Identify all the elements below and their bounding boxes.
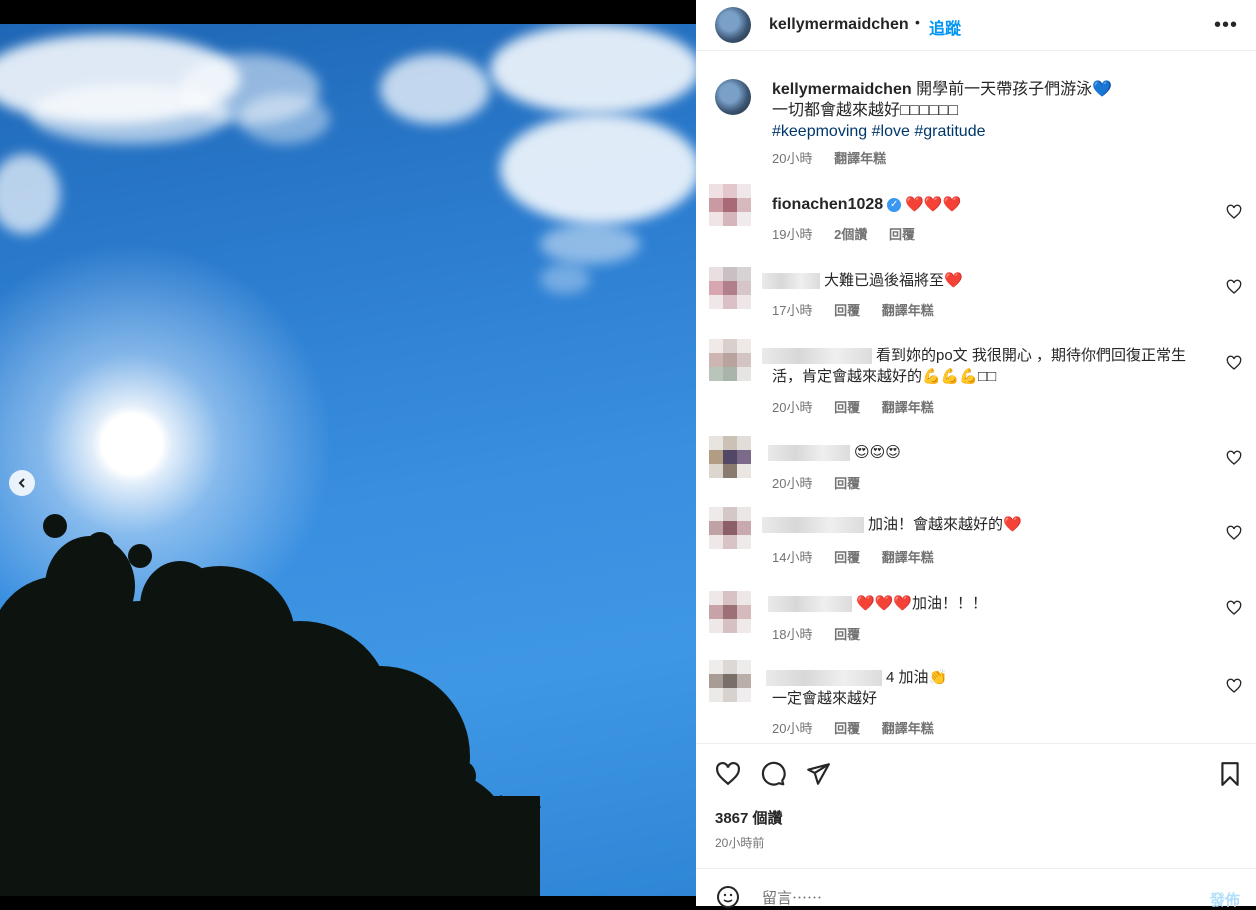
post-photo[interactable] bbox=[0, 24, 696, 896]
comment-time: 19小時 bbox=[772, 227, 813, 242]
comment-text: ❤️❤️❤️加油！！！ bbox=[856, 595, 988, 612]
caption-avatar[interactable] bbox=[715, 79, 751, 115]
avatar[interactable] bbox=[709, 184, 751, 226]
comment-time: 17小時 bbox=[772, 303, 813, 318]
comment-time: 14小時 bbox=[772, 550, 813, 565]
previous-image-button[interactable] bbox=[9, 470, 35, 496]
reply-button[interactable]: 回覆 bbox=[834, 721, 860, 736]
post-comment-button[interactable]: 發佈 bbox=[1210, 889, 1240, 910]
like-count[interactable]: 3867 個讚 bbox=[715, 807, 783, 828]
cloud bbox=[540, 224, 640, 264]
comment-time: 20小時 bbox=[772, 476, 813, 491]
reply-button[interactable]: 回覆 bbox=[834, 476, 860, 491]
reply-button[interactable]: 回覆 bbox=[834, 303, 860, 318]
hashtag-link[interactable]: #love bbox=[872, 123, 910, 140]
translate-link[interactable]: 翻譯年糕 bbox=[882, 721, 934, 736]
reply-button[interactable]: 回覆 bbox=[834, 550, 860, 565]
avatar[interactable] bbox=[709, 267, 751, 309]
comment-item: 4 加油👏 一定會越來越好 20小時 回覆 翻譯年糕 bbox=[696, 660, 1256, 740]
comment-item: ❤️❤️❤️加油！！！ 18小時 回覆 bbox=[696, 591, 1256, 651]
comment-text: 4 加油👏 bbox=[886, 669, 948, 686]
chevron-left-icon bbox=[18, 478, 25, 488]
comment-item: 加油！會越來越好的❤️ 14小時 回覆 翻譯年糕 bbox=[696, 507, 1256, 567]
cloud bbox=[500, 114, 696, 224]
comments-list[interactable]: kellymermaidchen 開學前一天帶孩子們游泳💙 一切都會越來越好□□… bbox=[696, 51, 1256, 743]
reply-button[interactable]: 回覆 bbox=[834, 627, 860, 642]
cloud bbox=[0, 154, 60, 234]
follow-button[interactable]: 追蹤 bbox=[929, 15, 961, 39]
comment-text: 大難已過後福將至❤️ bbox=[824, 272, 963, 289]
translate-link[interactable]: 翻譯年糕 bbox=[882, 400, 934, 415]
comment-composer: 發佈 bbox=[696, 868, 1256, 910]
avatar[interactable] bbox=[709, 591, 751, 633]
like-comment-icon[interactable] bbox=[1226, 600, 1242, 616]
reply-button[interactable]: 回覆 bbox=[889, 227, 915, 242]
caption-line2: 一切都會越來越好□□□□□□ bbox=[772, 102, 958, 119]
comment-item: fionachen1028 ✓ ❤️❤️❤️ 19小時 2個讚 回覆 bbox=[696, 184, 1256, 244]
comment-username[interactable]: fionachen1028 bbox=[772, 196, 883, 213]
emoji-icon[interactable] bbox=[716, 885, 740, 909]
avatar[interactable] bbox=[709, 507, 751, 549]
hashtag-link[interactable]: #keepmoving bbox=[772, 123, 867, 140]
translate-link[interactable]: 翻譯年糕 bbox=[834, 151, 886, 166]
cloud bbox=[380, 54, 490, 124]
post-time[interactable]: 20小時前 bbox=[715, 834, 764, 851]
blurred-username[interactable] bbox=[766, 670, 882, 687]
caption-line1: 開學前一天帶孩子們游泳💙 bbox=[916, 81, 1113, 98]
translate-link[interactable]: 翻譯年糕 bbox=[882, 550, 934, 565]
caption: kellymermaidchen 開學前一天帶孩子們游泳💙 一切都會越來越好□□… bbox=[772, 79, 1212, 167]
bookmark-icon[interactable] bbox=[1217, 761, 1243, 787]
comment-item: 大難已過後福將至❤️ 17小時 回覆 翻譯年糕 bbox=[696, 267, 1256, 327]
comment-time: 20小時 bbox=[772, 400, 813, 415]
like-comment-icon[interactable] bbox=[1226, 525, 1242, 541]
avatar[interactable] bbox=[715, 7, 751, 43]
blurred-username[interactable] bbox=[768, 596, 852, 613]
tree-silhouette bbox=[0, 514, 541, 896]
comment-text-line2: 一定會越來越好 bbox=[772, 690, 878, 707]
translate-link[interactable]: 翻譯年糕 bbox=[882, 303, 934, 318]
cloud bbox=[490, 24, 696, 114]
like-comment-icon[interactable] bbox=[1226, 204, 1242, 220]
cloud bbox=[240, 94, 330, 144]
post-header: kellymermaidchen • 追蹤 ••• bbox=[696, 0, 1256, 51]
avatar[interactable] bbox=[709, 436, 751, 478]
comment-item: 😍😍😍 20小時 回覆 bbox=[696, 436, 1256, 496]
avatar[interactable] bbox=[709, 660, 751, 702]
cloud bbox=[540, 264, 590, 294]
blurred-username[interactable] bbox=[762, 348, 872, 365]
comment-input[interactable] bbox=[760, 889, 1164, 908]
header-username[interactable]: kellymermaidchen bbox=[769, 16, 909, 34]
post-side-panel: kellymermaidchen • 追蹤 ••• kellymermaidch… bbox=[696, 0, 1256, 910]
comment-icon[interactable] bbox=[760, 761, 786, 787]
hashtag-link[interactable]: #gratitude bbox=[914, 123, 985, 140]
comment-time: 18小時 bbox=[772, 627, 813, 642]
like-comment-icon[interactable] bbox=[1226, 678, 1242, 694]
caption-username[interactable]: kellymermaidchen bbox=[772, 81, 912, 98]
heart-icon[interactable] bbox=[715, 761, 741, 787]
separator-dot: • bbox=[915, 14, 920, 30]
comment-text: 加油！會越來越好的❤️ bbox=[868, 516, 1022, 533]
comment-time: 20小時 bbox=[772, 721, 813, 736]
share-icon[interactable] bbox=[805, 761, 831, 787]
comment-text: ❤️❤️❤️ bbox=[905, 196, 962, 213]
like-comment-icon[interactable] bbox=[1226, 450, 1242, 466]
avatar[interactable] bbox=[709, 339, 751, 381]
blurred-username[interactable] bbox=[762, 273, 820, 290]
reply-button[interactable]: 回覆 bbox=[834, 400, 860, 415]
comment-likes[interactable]: 2個讚 bbox=[834, 227, 867, 242]
like-comment-icon[interactable] bbox=[1226, 279, 1242, 295]
comment-text: 😍😍😍 bbox=[854, 444, 901, 461]
blurred-username[interactable] bbox=[768, 445, 850, 462]
blurred-username[interactable] bbox=[762, 517, 864, 534]
like-comment-icon[interactable] bbox=[1226, 355, 1242, 371]
post-actions: 3867 個讚 20小時前 bbox=[696, 743, 1256, 869]
more-options-icon[interactable]: ••• bbox=[1214, 14, 1238, 37]
comment-item: 看到妳的po文 我很開心 ，期待你們回復正常生活，肯定會越來越好的💪💪💪□□ 2… bbox=[696, 339, 1256, 419]
verified-badge-icon: ✓ bbox=[887, 198, 902, 213]
caption-time: 20小時 bbox=[772, 151, 813, 166]
